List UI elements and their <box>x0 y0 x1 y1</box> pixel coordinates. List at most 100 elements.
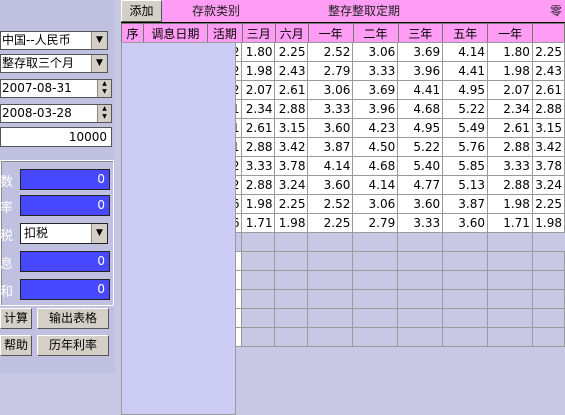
spinner-icon[interactable]: ▲ ▼ <box>97 80 111 97</box>
rate-cell[interactable]: 3.60 <box>442 213 489 233</box>
rate-cell[interactable]: 2.25 <box>531 194 565 214</box>
amount-input[interactable]: 10000 <box>0 127 112 147</box>
rate-cell[interactable]: 5.85 <box>442 156 489 176</box>
rate-cell[interactable]: 3.06 <box>352 194 399 214</box>
tax-date-cell[interactable] <box>121 42 236 415</box>
rate-cell[interactable]: 3.33 <box>352 61 399 81</box>
rate-cell[interactable]: 3.42 <box>531 137 565 157</box>
rate-cell[interactable]: 2.25 <box>274 194 309 214</box>
rate-cell[interactable]: 2.34 <box>241 99 276 119</box>
rate-cell[interactable]: 3.87 <box>442 194 489 214</box>
rate-cell[interactable]: 3.06 <box>352 42 399 62</box>
rate-cell[interactable]: 1.98 <box>241 61 276 81</box>
rate-cell[interactable]: 2.61 <box>531 80 565 100</box>
rate-cell[interactable]: 3.96 <box>352 99 399 119</box>
rate-cell[interactable]: 3.15 <box>531 118 565 138</box>
rate-cell[interactable]: 3.33 <box>487 156 533 176</box>
rate-cell[interactable]: 3.87 <box>307 137 354 157</box>
col-header-3m[interactable]: 三月 <box>241 23 276 43</box>
rate-cell[interactable]: 3.60 <box>307 118 354 138</box>
rate-cell[interactable]: 4.41 <box>397 80 444 100</box>
rate-cell[interactable]: 3.96 <box>397 61 444 81</box>
rate-cell[interactable]: 3.60 <box>307 175 354 195</box>
chevron-down-icon[interactable]: ▼ <box>91 224 107 243</box>
rate-cell[interactable]: 3.60 <box>397 194 444 214</box>
deposit-type-select[interactable]: 整存取三个月 ▼ <box>0 54 108 73</box>
rate-cell[interactable]: 1.98 <box>487 61 533 81</box>
rate-cell[interactable]: 2.07 <box>487 80 533 100</box>
col-header-3y[interactable]: 三年 <box>397 23 444 43</box>
rate-cell[interactable]: 3.24 <box>531 175 565 195</box>
rate-cell[interactable]: 2.25 <box>274 42 309 62</box>
rate-cell[interactable]: 3.78 <box>274 156 309 176</box>
rate-cell[interactable]: 3.33 <box>307 99 354 119</box>
rate-cell[interactable]: 1.80 <box>487 42 533 62</box>
rate-cell[interactable]: 5.49 <box>442 118 489 138</box>
col-header-5y[interactable]: 五年 <box>442 23 489 43</box>
rate-cell[interactable]: 1.80 <box>241 42 276 62</box>
rate-cell[interactable]: 3.69 <box>397 42 444 62</box>
rate-cell[interactable]: 4.14 <box>442 42 489 62</box>
rate-cell[interactable]: 2.61 <box>274 80 309 100</box>
rate-cell[interactable]: 1.98 <box>487 194 533 214</box>
rate-cell[interactable]: 2.88 <box>487 175 533 195</box>
rate-cell[interactable]: 4.14 <box>352 175 399 195</box>
rate-cell[interactable]: 2.43 <box>531 61 565 81</box>
rate-cell[interactable]: 2.52 <box>307 194 354 214</box>
rate-cell[interactable]: 1.98 <box>531 213 565 233</box>
chevron-down-icon[interactable]: ▼ <box>91 55 107 72</box>
col-header-date[interactable]: 调息日期 <box>142 23 208 43</box>
rate-cell[interactable]: 4.14 <box>307 156 354 176</box>
tax-select[interactable]: 扣税 ▼ <box>20 223 108 244</box>
rate-cell[interactable]: 2.88 <box>531 99 565 119</box>
calculate-button[interactable]: 计算 <box>0 308 32 329</box>
history-rates-button[interactable]: 历年利率 <box>37 335 109 356</box>
rate-cell[interactable]: 3.69 <box>352 80 399 100</box>
rate-cell[interactable]: 4.68 <box>352 156 399 176</box>
export-table-button[interactable]: 输出表格 <box>37 308 109 329</box>
rate-cell[interactable]: 2.34 <box>487 99 533 119</box>
col-header-1y[interactable]: 一年 <box>307 23 354 43</box>
tax-row[interactable]: 35 <box>121 42 565 415</box>
rate-cell[interactable]: 4.41 <box>442 61 489 81</box>
rate-cell[interactable]: 3.42 <box>274 137 309 157</box>
currency-select[interactable]: 中国--人民币 ▼ <box>0 31 108 50</box>
rate-cell[interactable]: 3.33 <box>397 213 444 233</box>
rate-cell[interactable]: 2.43 <box>274 61 309 81</box>
add-button[interactable]: 添加 <box>121 0 162 22</box>
rate-cell[interactable]: 1.71 <box>487 213 533 233</box>
rate-cell[interactable]: 3.33 <box>241 156 276 176</box>
rate-cell[interactable]: 3.78 <box>531 156 565 176</box>
rate-cell[interactable]: 2.79 <box>307 61 354 81</box>
help-button[interactable]: 帮助 <box>0 335 32 356</box>
rate-cell[interactable]: 2.25 <box>531 42 565 62</box>
col-header-no[interactable]: 序 <box>121 23 144 43</box>
col-header-demand[interactable]: 活期 <box>206 23 243 43</box>
rate-cell[interactable]: 5.22 <box>442 99 489 119</box>
col-header-2y[interactable]: 二年 <box>352 23 399 43</box>
col-header-extra[interactable] <box>532 23 565 43</box>
rate-cell[interactable]: 2.88 <box>274 99 309 119</box>
rate-cell[interactable]: 2.61 <box>241 118 276 138</box>
rate-cell[interactable]: 2.79 <box>352 213 399 233</box>
rate-cell[interactable]: 4.95 <box>442 80 489 100</box>
rate-cell[interactable]: 2.25 <box>307 213 354 233</box>
rate-cell[interactable]: 3.06 <box>307 80 354 100</box>
rate-cell[interactable]: 2.52 <box>307 42 354 62</box>
spinner-icon[interactable]: ▲ ▼ <box>97 105 111 122</box>
rate-cell[interactable]: 5.40 <box>397 156 444 176</box>
end-date-field[interactable]: 2008-03-28 ▲ ▼ <box>0 104 112 123</box>
col-header-6m[interactable]: 六月 <box>274 23 309 43</box>
start-date-field[interactable]: 2007-08-31 ▲ ▼ <box>0 79 112 98</box>
rate-cell[interactable]: 4.95 <box>397 118 444 138</box>
rate-cell[interactable]: 3.15 <box>274 118 309 138</box>
rate-cell[interactable]: 5.13 <box>442 175 489 195</box>
col-header-small-1y[interactable]: 一年 <box>487 23 534 43</box>
rate-cell[interactable]: 1.71 <box>241 213 276 233</box>
rate-cell[interactable]: 5.22 <box>397 137 444 157</box>
rate-cell[interactable]: 5.76 <box>442 137 489 157</box>
rate-cell[interactable]: 2.07 <box>241 80 276 100</box>
rate-cell[interactable]: 4.77 <box>397 175 444 195</box>
rate-cell[interactable]: 4.50 <box>352 137 399 157</box>
rate-cell[interactable]: 4.23 <box>352 118 399 138</box>
